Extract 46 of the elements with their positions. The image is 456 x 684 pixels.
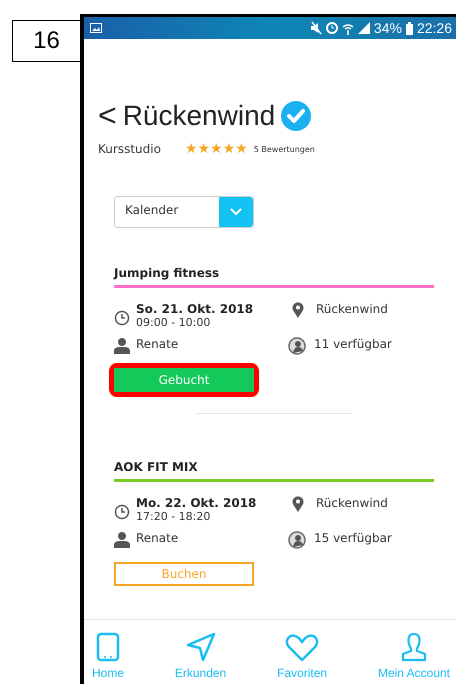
course-trainer: Renate [136, 337, 178, 351]
person-icon [114, 531, 130, 548]
booked-button[interactable]: Gebucht [114, 368, 254, 392]
navigation-arrow-icon [186, 632, 216, 662]
chevron-down-icon [230, 208, 242, 216]
course-location: Rückenwind [316, 302, 388, 316]
tablet-icon [96, 632, 120, 662]
person-icon [114, 337, 130, 354]
clock-icon [114, 504, 130, 520]
review-count: 5 Bewertungen [254, 144, 315, 154]
book-button[interactable]: Buchen [114, 562, 254, 586]
nav-tab[interactable]: Home [88, 620, 128, 684]
course-location: Rückenwind [316, 496, 388, 510]
figure-label: 16 [12, 20, 80, 62]
view-dropdown[interactable]: Kalender [114, 196, 254, 228]
nav-tab[interactable]: Favoriten [273, 620, 332, 684]
person-icon [400, 632, 428, 662]
availability-icon [288, 337, 306, 355]
course-title: Jumping fitness [114, 266, 434, 288]
star-rating: ★★★★★ [184, 142, 248, 156]
course-time: 09:00 - 10:00 [136, 316, 212, 329]
heart-icon [285, 634, 320, 662]
signal-icon [358, 22, 370, 34]
alarm-icon [326, 22, 338, 34]
course-title: AOK FIT MIX [114, 460, 434, 482]
image-icon [90, 23, 102, 33]
nav-tab[interactable]: Mein Account [374, 620, 454, 684]
availability-icon [288, 531, 306, 549]
course-availability: 15 verfügbar [314, 531, 392, 545]
course-date: So. 21. Okt. 2018 [136, 302, 254, 316]
page-title: Rückenwind [122, 100, 276, 132]
location-pin-icon [292, 496, 304, 512]
course-availability: 11 verfügbar [314, 337, 392, 351]
nav-tab[interactable]: Erkunden [170, 620, 230, 684]
course-time: 17:20 - 18:20 [136, 510, 212, 523]
battery-icon [406, 22, 413, 34]
battery-percent: 34% [374, 20, 402, 36]
location-pin-icon [292, 302, 304, 318]
clock-time: 22:26 [416, 20, 452, 36]
course-trainer: Renate [136, 531, 178, 545]
clock-icon [114, 310, 130, 326]
mute-icon [310, 21, 322, 35]
wifi-icon [342, 22, 354, 34]
category-label: Kursstudio [98, 142, 161, 156]
back-button[interactable]: < [98, 97, 117, 134]
course-date: Mo. 22. Okt. 2018 [136, 496, 256, 510]
